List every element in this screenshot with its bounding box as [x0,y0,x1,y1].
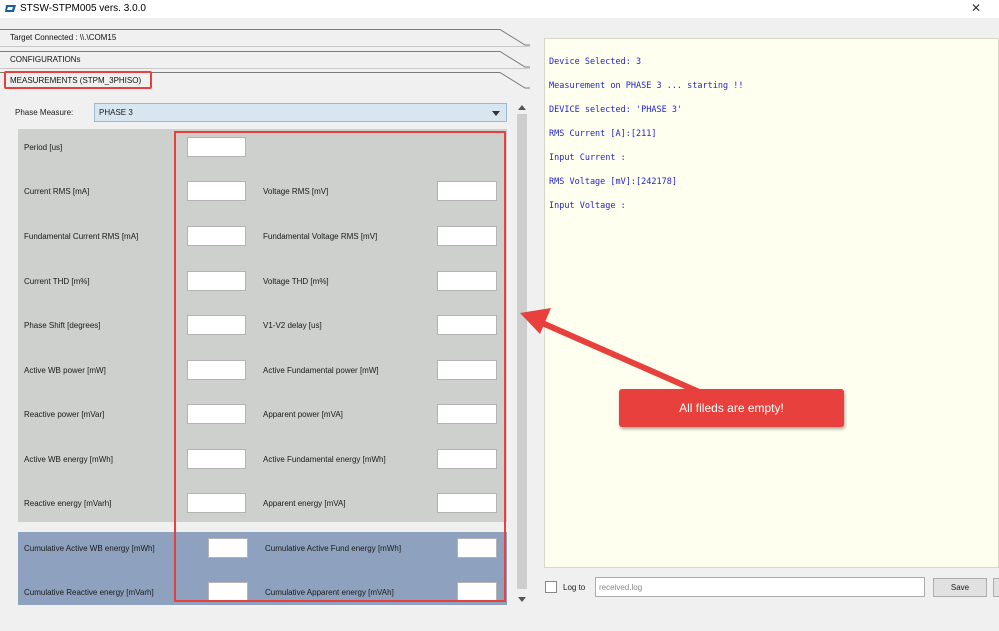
measurement-scrollbar[interactable] [515,102,529,606]
cumulative-active-wb-energy-label: Cumulative Active WB energy [mWh] [24,544,155,553]
accordion-configurations[interactable]: CONFIGURATIONs [0,51,530,69]
active-wb-power-label: Active WB power [mW] [24,366,106,375]
reactive-energy-label: Reactive energy [mVarh] [24,499,112,508]
fundamental-current-rms-label: Fundamental Current RMS [mA] [24,232,139,241]
console-line: RMS Current [A]:[211] [549,129,657,139]
empty-fields-highlight-box [174,131,506,602]
accordion-label: CONFIGURATIONs [10,55,81,64]
phase-select[interactable]: PHASE 3 [94,103,507,122]
phase-select-value: PHASE 3 [99,108,133,117]
chevron-down-icon[interactable] [492,111,500,116]
accordion-target-connected[interactable]: Target Connected : \\.\COM15 [0,29,530,47]
accordion-label: Target Connected : \\.\COM15 [10,33,117,42]
current-thd-label: Current THD [m%] [24,277,90,286]
window-title: STSW-STPM005 vers. 3.0.0 [20,3,146,14]
st-logo-icon [5,5,16,12]
console-output[interactable]: Device Selected: 3 Measurement on PHASE … [544,38,999,568]
extra-button[interactable] [993,578,999,597]
console-line: Input Current : [549,153,626,163]
log-filename-input[interactable]: received.log [595,577,925,597]
console-line: DEVICE selected: 'PHASE 3' [549,105,683,115]
console-line: Input Voltage : [549,201,626,211]
log-to-label: Log to [563,583,586,592]
measurements-highlight-box [4,71,152,89]
current-rms-label: Current RMS [mA] [24,187,90,196]
console-line: Measurement on PHASE 3 ... starting !! [549,81,744,91]
cumulative-reactive-energy-label: Cumulative Reactive energy [mVarh] [24,588,154,597]
scroll-down-arrow-icon[interactable] [518,597,526,602]
phase-measure-label: Phase Measure: [15,108,74,117]
log-to-checkbox[interactable] [545,581,557,593]
scroll-thumb[interactable] [517,114,527,589]
close-icon[interactable]: ✕ [971,1,981,15]
console-line: RMS Voltage [mV]:[242178] [549,177,677,187]
scroll-up-arrow-icon[interactable] [518,105,526,110]
save-button[interactable]: Save [933,578,987,597]
title-bar: STSW-STPM005 vers. 3.0.0 ✕ [0,0,999,18]
active-wb-energy-label: Active WB energy [mWh] [24,455,113,464]
phase-shift-label: Phase Shift [degrees] [24,321,101,330]
console-line: Device Selected: 3 [549,57,642,67]
reactive-power-label: Reactive power [mVar] [24,410,105,419]
period-label: Period [us] [24,143,63,152]
annotation-callout: All fileds are empty! [619,389,844,427]
